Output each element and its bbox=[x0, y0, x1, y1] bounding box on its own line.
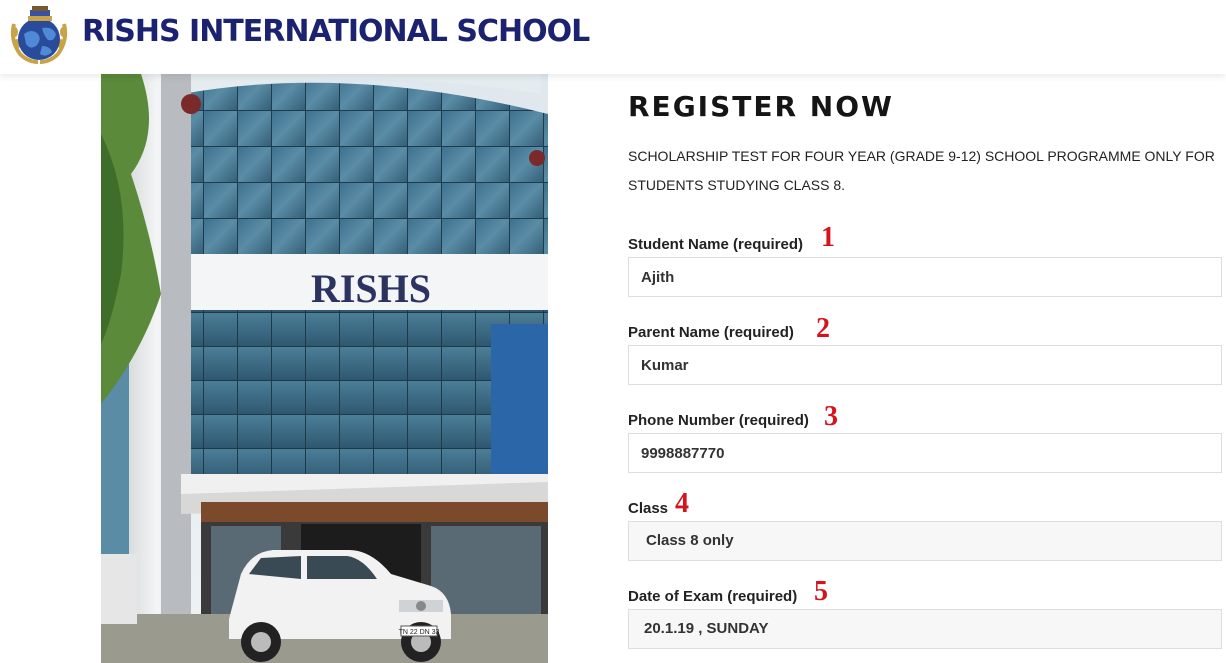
student-name-field[interactable] bbox=[628, 257, 1222, 297]
car-plate-text: TN 22 DN 33 bbox=[399, 629, 440, 636]
student-name-label: Student Name (required) bbox=[628, 236, 804, 253]
phone-number-field[interactable] bbox=[628, 433, 1222, 473]
class-select[interactable]: Class 8 only bbox=[628, 521, 1222, 561]
school-building-photo: RISHS TN 22 DN 33 bbox=[101, 74, 548, 663]
form-title: REGISTER NOW bbox=[628, 90, 894, 123]
phone-number-label: Phone Number (required) bbox=[628, 412, 809, 429]
field-marker-2: 2 bbox=[816, 313, 830, 344]
school-brand-name[interactable]: RISHS INTERNATIONAL SCHOOL bbox=[82, 14, 590, 49]
class-label: Class bbox=[628, 500, 669, 517]
field-marker-3: 3 bbox=[824, 401, 838, 432]
parent-name-field[interactable] bbox=[628, 345, 1222, 385]
exam-date-label: Date of Exam (required) bbox=[628, 588, 798, 605]
parent-name-label: Parent Name (required) bbox=[628, 324, 794, 341]
building-sign-text: RISHS bbox=[311, 266, 431, 311]
building-illustration: RISHS TN 22 DN 33 bbox=[101, 74, 548, 663]
site-header: RISHS INTERNATIONAL SCHOOL bbox=[0, 0, 1226, 74]
field-marker-1: 1 bbox=[821, 222, 835, 253]
exam-date-select[interactable]: 20.1.19 , SUNDAY bbox=[628, 609, 1222, 649]
field-marker-5: 5 bbox=[814, 576, 828, 607]
field-marker-4: 4 bbox=[675, 488, 689, 519]
form-intro-text: SCHOLARSHIP TEST FOR FOUR YEAR (GRADE 9-… bbox=[628, 148, 1215, 193]
globe-laurel-emblem-icon[interactable] bbox=[6, 4, 72, 66]
